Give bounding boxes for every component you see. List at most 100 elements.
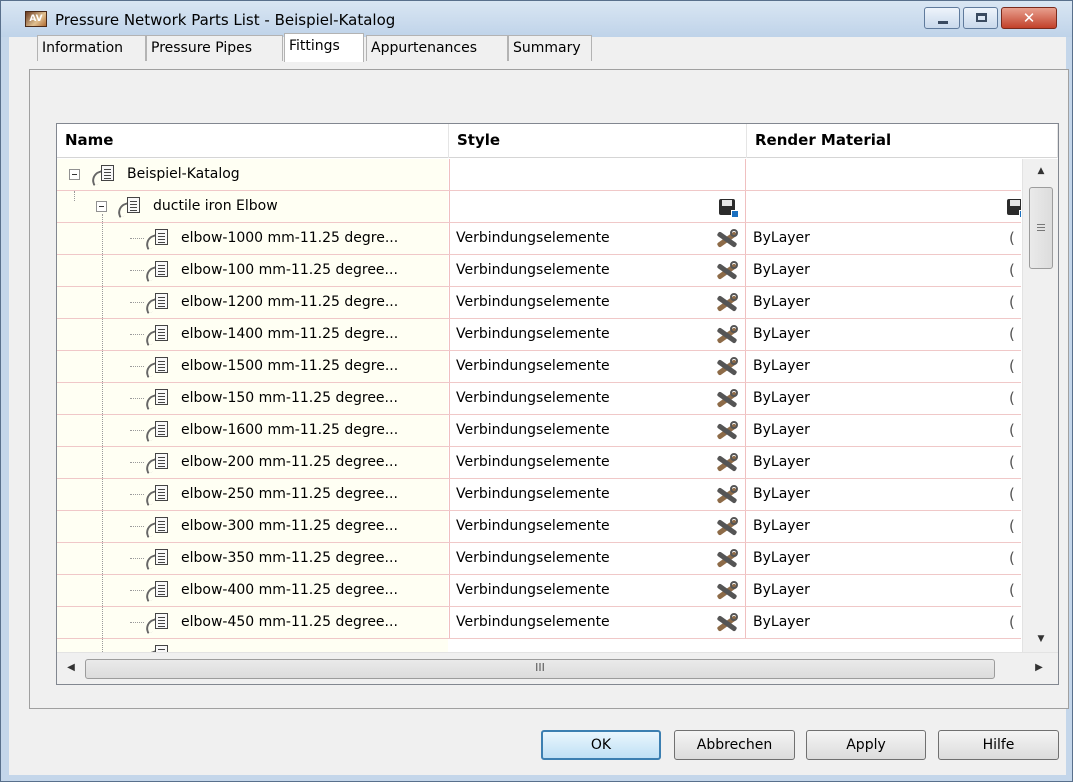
table-row[interactable]: elbow-1500 mm-11.25 degre... Verbindungse… <box>57 351 1021 383</box>
material-picker-icon[interactable]: ( <box>1009 543 1015 574</box>
tab-appurtenances[interactable]: Appurtenances <box>366 35 508 61</box>
material-value: ByLayer <box>753 326 810 342</box>
table-row[interactable]: elbow-1000 mm-11.25 degre... Verbindungse… <box>57 223 1021 255</box>
vertical-scrollbar[interactable]: ▲ ▼ <box>1022 159 1058 652</box>
part-icon <box>143 324 169 346</box>
tab-pressure-pipes[interactable]: Pressure Pipes <box>146 35 283 61</box>
minimize-icon <box>938 21 948 24</box>
table-row[interactable]: elbow-1400 mm-11.25 degre... Verbindungse… <box>57 319 1021 351</box>
material-value: ByLayer <box>753 550 810 566</box>
column-header-name[interactable]: Name <box>57 124 449 158</box>
table-row[interactable]: elbow-450 mm-11.25 degree... Verbindungse… <box>57 607 1021 639</box>
material-picker-icon[interactable]: ( <box>1009 255 1015 286</box>
style-cell: Verbindungselemente <box>449 511 746 543</box>
style-value: Verbindungselemente <box>456 262 610 278</box>
edit-style-icon[interactable] <box>714 357 740 377</box>
material-picker-icon[interactable]: ( <box>1009 447 1015 478</box>
table-row[interactable]: elbow-1600 mm-11.25 degre... Verbindungse… <box>57 415 1021 447</box>
material-value: ByLayer <box>753 262 810 278</box>
scroll-down-icon[interactable]: ▼ <box>1023 629 1058 649</box>
tab-fittings[interactable]: Fittings <box>284 33 364 62</box>
edit-style-icon[interactable] <box>714 261 740 281</box>
style-value: Verbindungselemente <box>456 390 610 406</box>
name-cell: elbow-1200 mm-11.25 degre... <box>57 287 448 319</box>
name-cell: elbow-1000 mm-11.25 degre... <box>57 223 448 255</box>
material-value: ByLayer <box>753 454 810 470</box>
part-name: elbow-200 mm-11.25 degree... <box>181 454 398 470</box>
tree-connector <box>130 558 144 559</box>
cancel-button[interactable]: Abbrechen <box>674 730 795 760</box>
title-bar[interactable]: AV Pressure Network Parts List - Beispie… <box>1 1 1072 37</box>
style-cell: Verbindungselemente <box>449 575 746 607</box>
tab-information[interactable]: Information <box>37 35 146 61</box>
material-picker-icon[interactable]: ( <box>1009 415 1015 446</box>
style-value: Verbindungselemente <box>456 582 610 598</box>
collapse-icon[interactable] <box>96 201 107 212</box>
table-row[interactable]: elbow-1200 mm-11.25 degre... Verbindungse… <box>57 287 1021 319</box>
app-icon: AV <box>25 11 47 27</box>
material-picker-icon[interactable]: ( <box>1009 607 1015 638</box>
table-row[interactable]: elbow-250 mm-11.25 degree... Verbindungse… <box>57 479 1021 511</box>
column-header-style[interactable]: Style <box>449 124 747 158</box>
part-icon <box>143 292 169 314</box>
edit-style-icon[interactable] <box>714 389 740 409</box>
edit-style-icon[interactable] <box>714 581 740 601</box>
tree-connector <box>130 270 144 271</box>
table-row[interactable]: elbow-350 mm-11.25 degree... Verbindungse… <box>57 543 1021 575</box>
tree-row-root[interactable]: Beispiel-Katalog <box>57 159 1021 191</box>
help-button[interactable]: Hilfe <box>938 730 1059 760</box>
maximize-button[interactable] <box>963 7 998 29</box>
table-row[interactable]: elbow-100 mm-11.25 degree... Verbindungse… <box>57 255 1021 287</box>
table-row[interactable]: elbow-300 mm-11.25 degree... Verbindungse… <box>57 511 1021 543</box>
table-row[interactable]: elbow-400 mm-11.25 degree... Verbindungse… <box>57 575 1021 607</box>
style-value: Verbindungselemente <box>456 550 610 566</box>
edit-style-icon[interactable] <box>714 229 740 249</box>
part-name: elbow-350 mm-11.25 degree... <box>181 550 398 566</box>
material-picker-icon[interactable]: ( <box>1009 287 1015 318</box>
edit-style-icon[interactable] <box>714 453 740 473</box>
tab-summary[interactable]: Summary <box>508 35 592 61</box>
edit-style-icon[interactable] <box>714 325 740 345</box>
apply-button[interactable]: Apply <box>806 730 926 760</box>
save-icon[interactable] <box>1007 199 1021 218</box>
edit-style-icon[interactable] <box>714 421 740 441</box>
collapse-icon[interactable] <box>69 169 80 180</box>
edit-style-icon[interactable] <box>714 549 740 569</box>
column-header-render-material[interactable]: Render Material <box>747 124 1058 158</box>
name-cell: elbow-150 mm-11.25 degree... <box>57 383 448 415</box>
material-cell: ByLayer ( <box>747 511 1021 543</box>
close-button[interactable]: ✕ <box>1001 7 1057 29</box>
part-icon <box>143 612 169 634</box>
material-picker-icon[interactable]: ( <box>1009 511 1015 542</box>
edit-style-icon[interactable] <box>714 485 740 505</box>
tree-row-group[interactable]: ductile iron Elbow <box>57 191 1021 223</box>
parts-catalog-icon <box>89 164 115 186</box>
material-picker-icon[interactable]: ( <box>1009 319 1015 350</box>
scroll-right-icon[interactable]: ▶ <box>1029 653 1049 684</box>
material-cell <box>747 191 1021 223</box>
tree-connector <box>130 462 144 463</box>
material-picker-icon[interactable]: ( <box>1009 479 1015 510</box>
horizontal-scroll-thumb[interactable]: III <box>85 659 995 679</box>
material-value: ByLayer <box>753 486 810 502</box>
edit-style-icon[interactable] <box>714 293 740 313</box>
material-cell: ByLayer ( <box>747 447 1021 479</box>
table-row[interactable]: elbow-150 mm-11.25 degree... Verbindungse… <box>57 383 1021 415</box>
material-picker-icon[interactable]: ( <box>1009 351 1015 382</box>
table-row[interactable]: elbow-200 mm-11.25 degree... Verbindungse… <box>57 447 1021 479</box>
style-cell <box>449 191 746 223</box>
horizontal-scrollbar[interactable]: ◀ III ▶ <box>57 652 1058 684</box>
style-cell: Verbindungselemente <box>449 255 746 287</box>
vertical-scroll-thumb[interactable] <box>1029 187 1053 269</box>
edit-style-icon[interactable] <box>714 613 740 633</box>
name-cell: elbow-1500 mm-11.25 degre... <box>57 351 448 383</box>
material-picker-icon[interactable]: ( <box>1009 223 1015 254</box>
scroll-left-icon[interactable]: ◀ <box>61 653 81 684</box>
material-picker-icon[interactable]: ( <box>1009 575 1015 606</box>
minimize-button[interactable] <box>924 7 960 29</box>
scroll-up-icon[interactable]: ▲ <box>1023 161 1058 181</box>
save-icon[interactable] <box>719 199 739 218</box>
ok-button[interactable]: OK <box>541 730 661 760</box>
material-picker-icon[interactable]: ( <box>1009 383 1015 414</box>
edit-style-icon[interactable] <box>714 517 740 537</box>
